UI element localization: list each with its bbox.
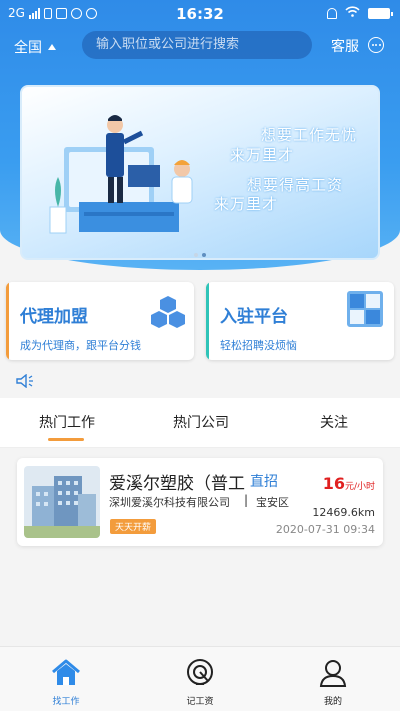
bottom-navigation: 找工作 记工资 我的 — [0, 646, 400, 711]
agent-join-title: 代理加盟 — [20, 307, 88, 327]
job-title: 爱溪尔塑胶（普工 — [109, 474, 245, 494]
promo-banner[interactable]: 想要工作无忧 来万里才 想要得高工资 来万里才 — [20, 85, 380, 260]
join-platform-subtitle: 轻松招聘没烦恼 — [220, 339, 297, 352]
user-icon — [319, 660, 347, 687]
announcement-speaker-icon[interactable] — [16, 374, 34, 388]
nav-wage-record[interactable]: 记工资 — [165, 657, 235, 707]
more-icon[interactable] — [368, 37, 384, 53]
job-distance: 12469.6km — [312, 506, 375, 519]
office-illustration — [49, 115, 193, 234]
company-building-image — [24, 466, 100, 538]
wifi-icon — [345, 6, 360, 20]
dropdown-triangle-icon — [48, 44, 56, 50]
job-salary: 16元/小时 — [323, 474, 375, 493]
customer-service-button[interactable]: 客服 — [331, 36, 359, 56]
salary-value: 16 — [322, 474, 345, 493]
wage-record-icon — [187, 659, 213, 685]
banner-slogan-2: 来万里才 — [230, 146, 295, 164]
join-platform-title: 入驻平台 — [220, 307, 288, 327]
hexagon-icon — [151, 296, 185, 328]
tab-hot-companies[interactable]: 热门公司 — [173, 412, 229, 432]
tab-hot-jobs[interactable]: 热门工作 — [39, 412, 95, 432]
active-tab-indicator — [48, 438, 84, 441]
join-platform-card[interactable]: 入驻平台 轻松招聘没烦恼 — [206, 282, 394, 360]
grid-blocks-icon — [347, 291, 383, 327]
nav-wage-record-label: 记工资 — [186, 697, 214, 707]
top-bar: 全国 输入职位或公司进行搜索 客服 — [0, 30, 400, 62]
banner-slogan-3: 想要得高工资 — [247, 176, 344, 194]
agent-join-subtitle: 成为代理商，跟平台分钱 — [20, 339, 141, 352]
battery-icon — [368, 7, 393, 19]
content-tabs: 热门工作 热门公司 关注 — [0, 398, 400, 448]
job-district: 宝安区 — [256, 496, 289, 509]
card-accent — [6, 282, 9, 360]
job-list-item[interactable]: 爱溪尔塑胶（普工 直招 16元/小时 深圳爱溪尔科技有限公司 | 宝安区 天天开… — [17, 458, 383, 546]
salary-unit: 元/小时 — [344, 482, 375, 492]
banner-slogan-1: 想要工作无忧 — [261, 126, 358, 144]
info-separator: | — [244, 493, 249, 507]
daily-pay-badge: 天天开薪 — [110, 519, 157, 534]
agent-join-card[interactable]: 代理加盟 成为代理商，跟平台分钱 — [6, 282, 194, 360]
company-name: 深圳爱溪尔科技有限公司 — [109, 496, 230, 509]
card-accent — [206, 282, 209, 360]
direct-hire-tag: 直招 — [250, 474, 278, 490]
home-icon — [52, 659, 80, 685]
nav-find-job-label: 找工作 — [52, 697, 80, 707]
job-post-time: 2020-07-31 09:34 — [275, 523, 375, 536]
nav-profile[interactable]: 我的 — [298, 657, 368, 707]
mute-icon — [327, 7, 337, 19]
search-input[interactable]: 输入职位或公司进行搜索 — [82, 31, 312, 59]
carousel-indicator — [194, 253, 206, 257]
nav-profile-label: 我的 — [323, 697, 342, 707]
region-label: 全国 — [14, 40, 42, 56]
tab-following[interactable]: 关注 — [320, 412, 348, 432]
region-selector[interactable]: 全国 — [14, 37, 56, 57]
nav-find-job[interactable]: 找工作 — [31, 657, 101, 707]
banner-slogan-4: 来万里才 — [214, 195, 279, 213]
status-bar: 2G 16:32 — [0, 0, 400, 28]
